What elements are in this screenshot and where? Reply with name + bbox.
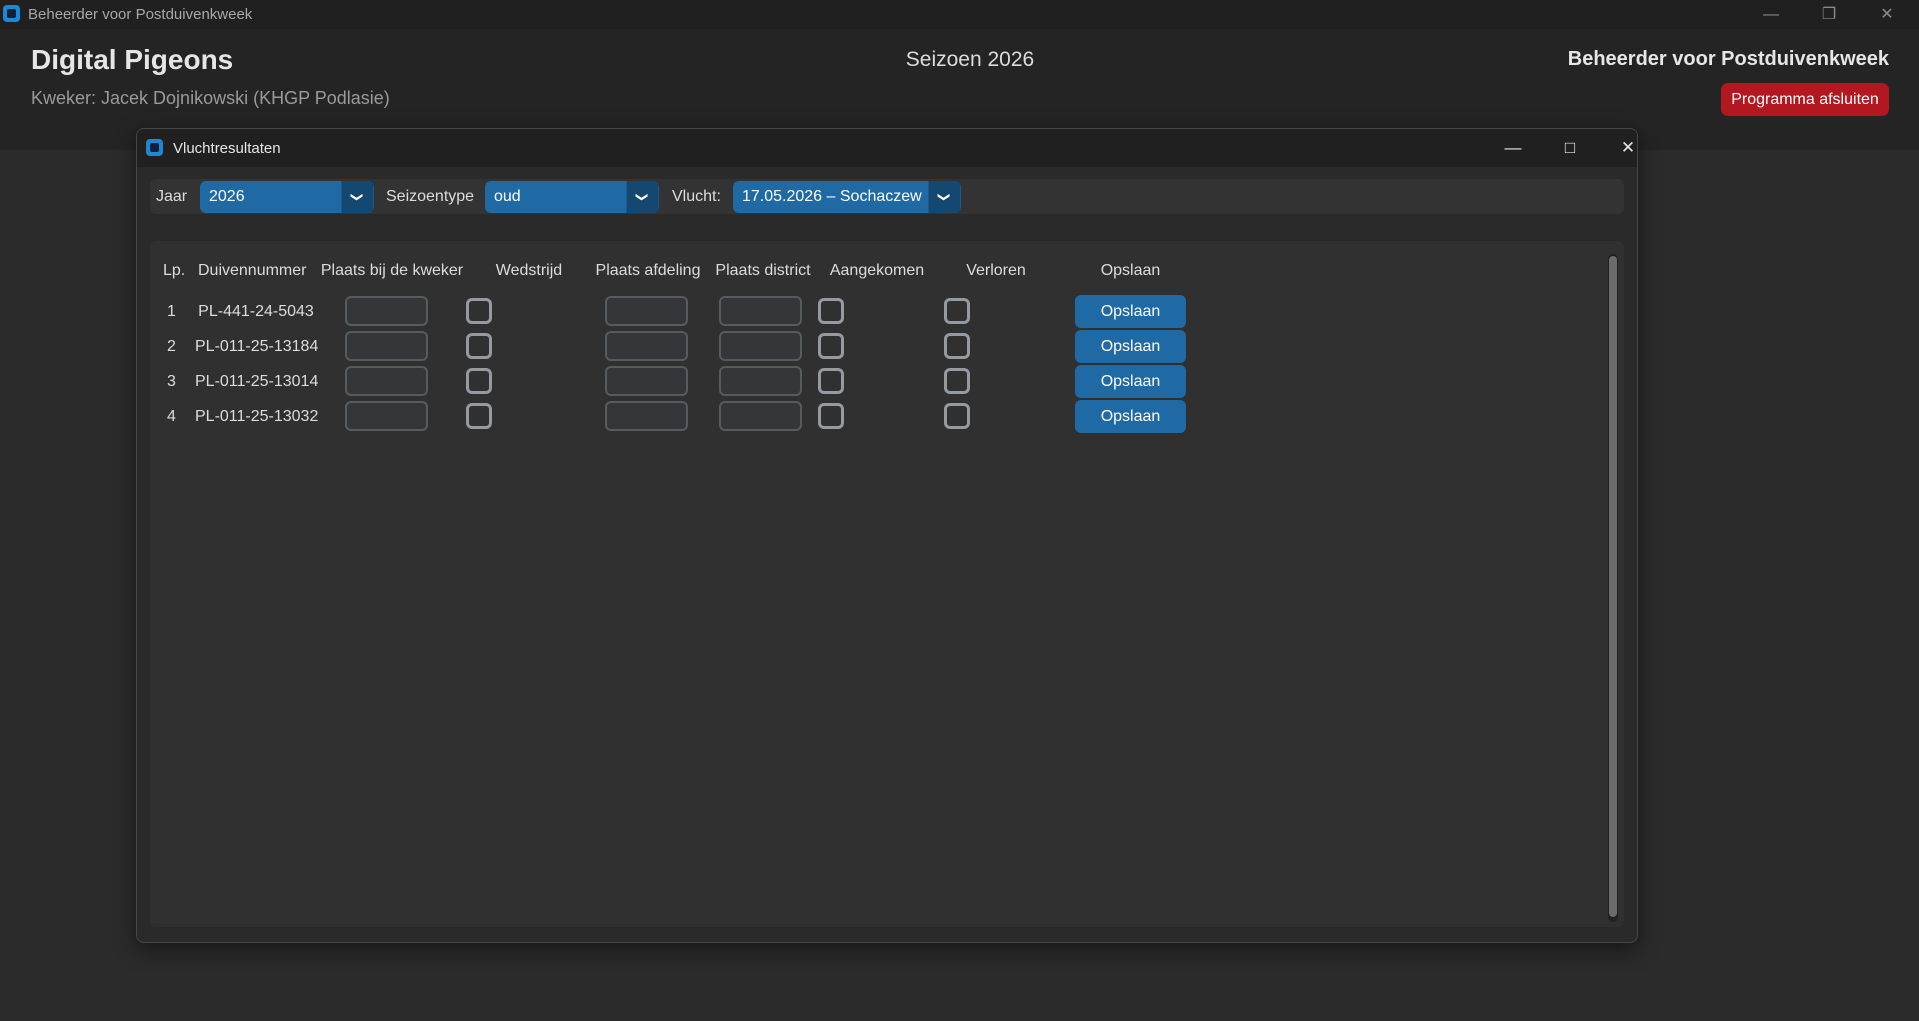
season-type-dropdown[interactable]: oud ❯ [485,181,659,213]
row-lp: 3 [167,373,176,390]
table-row: 3 PL-011-25-13014 Opslaan [137,365,1186,399]
row-lp: 1 [167,303,176,320]
place-breeder-input[interactable] [345,296,428,326]
filter-bar: Jaar 2026 ❯ Seizoentype oud ❯ Vlucht: 17… [150,179,1624,214]
year-label: Jaar [156,188,188,205]
save-button[interactable]: Opslaan [1075,365,1186,398]
chevron-down-icon[interactable]: ❯ [341,181,374,213]
header-arrived: Aangekomen [829,262,925,279]
dialog-title: Vluchtresultaten [173,140,281,157]
lost-checkbox[interactable] [944,403,970,429]
chevron-down-icon[interactable]: ❯ [928,181,961,213]
place-district-input[interactable] [719,296,802,326]
season-label: Seizoen 2026 [905,48,1035,71]
lost-checkbox[interactable] [944,368,970,394]
place-breeder-input[interactable] [345,331,428,361]
row-lp: 2 [167,338,176,355]
header-ring-number: Duivennummer [198,262,307,279]
breeder-info: Kweker: Jacek Dojnikowski (KHGP Podlasie… [31,88,390,108]
header-lp: Lp. [163,262,186,279]
place-section-input[interactable] [605,366,688,396]
header-place-district: Plaats district [715,262,811,279]
row-ring-number: PL-011-25-13184 [195,338,319,355]
place-section-input[interactable] [605,331,688,361]
maximize-icon[interactable]: □ [1547,133,1593,163]
dialog-app-icon [146,139,163,156]
quit-program-button[interactable]: Programma afsluiten [1721,83,1889,116]
place-district-input[interactable] [719,366,802,396]
competition-checkbox[interactable] [466,333,492,359]
header-place-section: Plaats afdeling [595,262,701,279]
table-row: 4 PL-011-25-13032 Opslaan [137,400,1186,434]
place-district-input[interactable] [719,401,802,431]
arrived-checkbox[interactable] [818,368,844,394]
place-breeder-input[interactable] [345,401,428,431]
row-ring-number: PL-441-24-5043 [198,303,314,320]
scrollbar-thumb[interactable] [1609,256,1617,917]
year-dropdown[interactable]: 2026 ❯ [200,181,374,213]
lost-checkbox[interactable] [944,333,970,359]
close-icon[interactable]: ✕ [1858,0,1916,29]
arrived-checkbox[interactable] [818,333,844,359]
season-type-value: oud [494,188,521,205]
competition-checkbox[interactable] [466,368,492,394]
chevron-down-icon[interactable]: ❯ [626,181,659,213]
flight-label: Vlucht: [672,188,721,205]
competition-checkbox[interactable] [466,298,492,324]
table-row: 1 PL-441-24-5043 Opslaan [137,295,1186,329]
header-lost: Verloren [966,262,1026,279]
row-ring-number: PL-011-25-13032 [195,408,319,425]
app-title: Digital Pigeons [31,44,234,75]
header-competition: Wedstrijd [495,262,563,279]
os-titlebar: Beheerder voor Postduivenkweek — ❐ ✕ [0,0,1919,29]
app-icon [3,5,20,22]
season-type-label: Seizoentype [386,188,475,205]
os-window-title: Beheerder voor Postduivenkweek [28,6,253,23]
header-place-breeder: Plaats bij de kweker [320,262,464,279]
arrived-checkbox[interactable] [818,403,844,429]
arrived-checkbox[interactable] [818,298,844,324]
place-section-input[interactable] [605,296,688,326]
app-name: Beheerder voor Postduivenkweek [1567,48,1889,70]
flight-value: 17.05.2026 – Sochaczew [742,188,922,205]
row-lp: 4 [167,408,176,425]
place-breeder-input[interactable] [345,366,428,396]
vertical-scrollbar[interactable] [1608,254,1618,922]
lost-checkbox[interactable] [944,298,970,324]
place-district-input[interactable] [719,331,802,361]
minimize-icon[interactable]: — [1490,133,1536,163]
place-section-input[interactable] [605,401,688,431]
flight-dropdown[interactable]: 17.05.2026 – Sochaczew ❯ [733,181,961,213]
save-button[interactable]: Opslaan [1075,295,1186,328]
save-button[interactable]: Opslaan [1075,330,1186,363]
dialog-titlebar[interactable]: Vluchtresultaten — □ ✕ [137,129,1637,167]
save-button[interactable]: Opslaan [1075,400,1186,433]
row-ring-number: PL-011-25-13014 [195,373,319,390]
minimize-icon[interactable]: — [1742,0,1800,29]
close-icon[interactable]: ✕ [1605,133,1637,163]
year-value: 2026 [209,188,245,205]
header-save: Opslaan [1100,262,1161,279]
restore-icon[interactable]: ❐ [1800,0,1858,29]
table-row: 2 PL-011-25-13184 Opslaan [137,330,1186,364]
flight-results-dialog: Vluchtresultaten — □ ✕ Jaar 2026 ❯ Seizo… [136,128,1638,943]
competition-checkbox[interactable] [466,403,492,429]
